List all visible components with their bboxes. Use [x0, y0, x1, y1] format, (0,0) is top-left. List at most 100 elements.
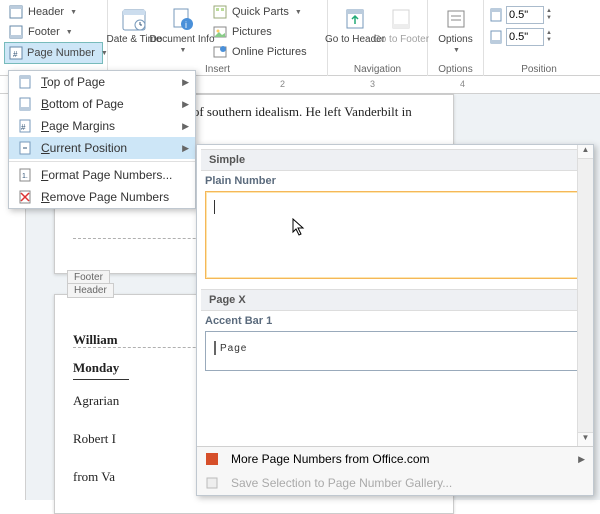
ribbon-group-navigation: Go to Header Go to Footer Navigation: [328, 0, 428, 76]
page-margins-icon: #: [15, 119, 35, 133]
header-label: Header: [28, 6, 64, 18]
svg-text:#: #: [21, 123, 26, 132]
menu-current-position[interactable]: Current Position ▶: [9, 137, 195, 159]
chevron-down-icon: ▼: [453, 47, 460, 54]
page-number-dropdown[interactable]: # Page Number ▼: [4, 42, 103, 64]
submenu-arrow-icon: ▶: [182, 121, 189, 132]
page-number-menu: Top of Page ▶ Bottom of Page ▶ # Page Ma…: [8, 70, 196, 209]
save-icon: [205, 476, 225, 490]
gallery-item-plain-number[interactable]: [205, 191, 585, 279]
gallery-category: Simple: [201, 149, 589, 171]
pictures-button[interactable]: Pictures: [208, 22, 311, 42]
options-label: Options: [438, 34, 472, 45]
page-number-gallery: Simple Plain Number Page X Accent Bar 1 …: [196, 144, 594, 496]
accent-preview-text: Page: [220, 343, 247, 354]
page-number-icon: #: [9, 45, 23, 61]
ruler-mark: 2: [280, 79, 285, 89]
submenu-arrow-icon: ▶: [182, 99, 189, 110]
calendar-icon: [121, 6, 147, 32]
pictures-icon: [212, 24, 228, 40]
gallery-scrollbar[interactable]: ▲ ▼: [577, 145, 593, 446]
gallery-category: Page X: [201, 289, 589, 311]
ribbon-group-position: ▲▼ ▲▼ Position: [484, 0, 594, 76]
online-pictures-button[interactable]: Online Pictures: [208, 42, 311, 62]
ribbon: Header ▼ Footer ▼ # Page Number ▼ Date &…: [0, 0, 600, 76]
footer-position-icon: [488, 29, 504, 45]
spinner-arrows[interactable]: ▲▼: [546, 30, 552, 44]
online-pictures-label: Online Pictures: [232, 46, 307, 58]
online-pictures-icon: [212, 44, 228, 60]
gallery-item-title: Accent Bar 1: [201, 313, 589, 329]
ribbon-group-headerfooter: Header ▼ Footer ▼ # Page Number ▼: [0, 0, 108, 76]
menu-label: Top of Page: [41, 75, 105, 89]
document-info-button[interactable]: i Document Info ▼: [156, 2, 208, 62]
gallery-save-selection: Save Selection to Page Number Gallery...: [197, 471, 593, 495]
quick-parts-button[interactable]: Quick Parts ▼: [208, 2, 311, 22]
gallery-more-from-office[interactable]: More Page Numbers from Office.com ▶: [197, 447, 593, 471]
body-text: Monday: [73, 357, 129, 380]
ribbon-group-options: Options ▼ Options: [428, 0, 484, 76]
menu-label: Current Position: [41, 141, 127, 155]
top-of-page-icon: [15, 75, 35, 89]
svg-text:1.: 1.: [22, 173, 28, 180]
ruler-mark: 3: [370, 79, 375, 89]
gallery-item-accent-bar-1[interactable]: Page: [205, 331, 585, 371]
goto-footer-icon: [388, 6, 414, 32]
date-time-button[interactable]: Date & Time: [112, 2, 156, 62]
chevron-down-icon: ▼: [70, 9, 77, 16]
office-icon: [205, 452, 225, 466]
header-badge: Header: [67, 283, 114, 298]
footer-label: Footer: [28, 26, 60, 38]
current-position-icon: [15, 141, 35, 155]
goto-header-button[interactable]: Go to Header: [332, 2, 378, 62]
bottom-of-page-icon: [15, 97, 35, 111]
format-icon: 1.: [15, 168, 35, 182]
footer-from-bottom-spinner[interactable]: ▲▼: [488, 28, 590, 46]
document-info-icon: i: [169, 6, 195, 32]
svg-text:i: i: [185, 20, 187, 30]
document-info-label: Document Info: [149, 34, 214, 45]
footer-icon: [8, 24, 24, 40]
quick-parts-label: Quick Parts: [232, 6, 289, 18]
goto-header-icon: [342, 6, 368, 32]
ribbon-group-insert: Date & Time i Document Info ▼ Quick Part…: [108, 0, 328, 76]
menu-top-of-page[interactable]: Top of Page ▶: [9, 71, 195, 93]
menu-remove-page-numbers[interactable]: Remove Page Numbers: [9, 186, 195, 208]
chevron-down-icon: ▼: [66, 29, 73, 36]
menu-label: Remove Page Numbers: [41, 190, 169, 204]
header-from-top-input[interactable]: [506, 6, 544, 24]
goto-footer-button: Go to Footer: [378, 2, 424, 62]
quick-parts-icon: [212, 4, 228, 20]
menu-format-page-numbers[interactable]: 1. Format Page Numbers...: [9, 164, 195, 186]
spinner-arrows[interactable]: ▲▼: [546, 8, 552, 22]
chevron-down-icon: ▼: [295, 9, 302, 16]
header-from-top-spinner[interactable]: ▲▼: [488, 6, 590, 24]
remove-icon: [15, 190, 35, 204]
submenu-arrow-icon: ▶: [182, 77, 189, 88]
menu-separator: [9, 161, 195, 162]
menu-label: Bottom of Page: [41, 97, 124, 111]
gallery-save-label: Save Selection to Page Number Gallery...: [231, 476, 452, 490]
pictures-label: Pictures: [232, 26, 272, 38]
menu-label: Page Margins: [41, 119, 115, 133]
ruler-mark: 4: [460, 79, 465, 89]
svg-text:#: #: [13, 50, 18, 59]
page-number-label: Page Number: [27, 47, 95, 59]
menu-page-margins[interactable]: # Page Margins ▶: [9, 115, 195, 137]
gallery-item-title: Plain Number: [201, 173, 589, 189]
options-icon: [443, 6, 469, 32]
header-position-icon: [488, 7, 504, 23]
options-button[interactable]: Options ▼: [432, 2, 479, 62]
header-dropdown[interactable]: Header ▼: [4, 2, 103, 22]
chevron-down-icon: ▼: [180, 47, 187, 54]
footer-from-bottom-input[interactable]: [506, 28, 544, 46]
menu-bottom-of-page[interactable]: Bottom of Page ▶: [9, 93, 195, 115]
scroll-up-button[interactable]: ▲: [578, 145, 593, 159]
navigation-group-label: Navigation: [328, 64, 427, 75]
submenu-arrow-icon: ▶: [578, 454, 585, 465]
menu-label: Format Page Numbers...: [41, 168, 172, 182]
gallery-more-label: More Page Numbers from Office.com: [231, 452, 430, 466]
scroll-down-button[interactable]: ▼: [578, 432, 593, 446]
footer-dropdown[interactable]: Footer ▼: [4, 22, 103, 42]
position-group-label: Position: [484, 64, 594, 75]
